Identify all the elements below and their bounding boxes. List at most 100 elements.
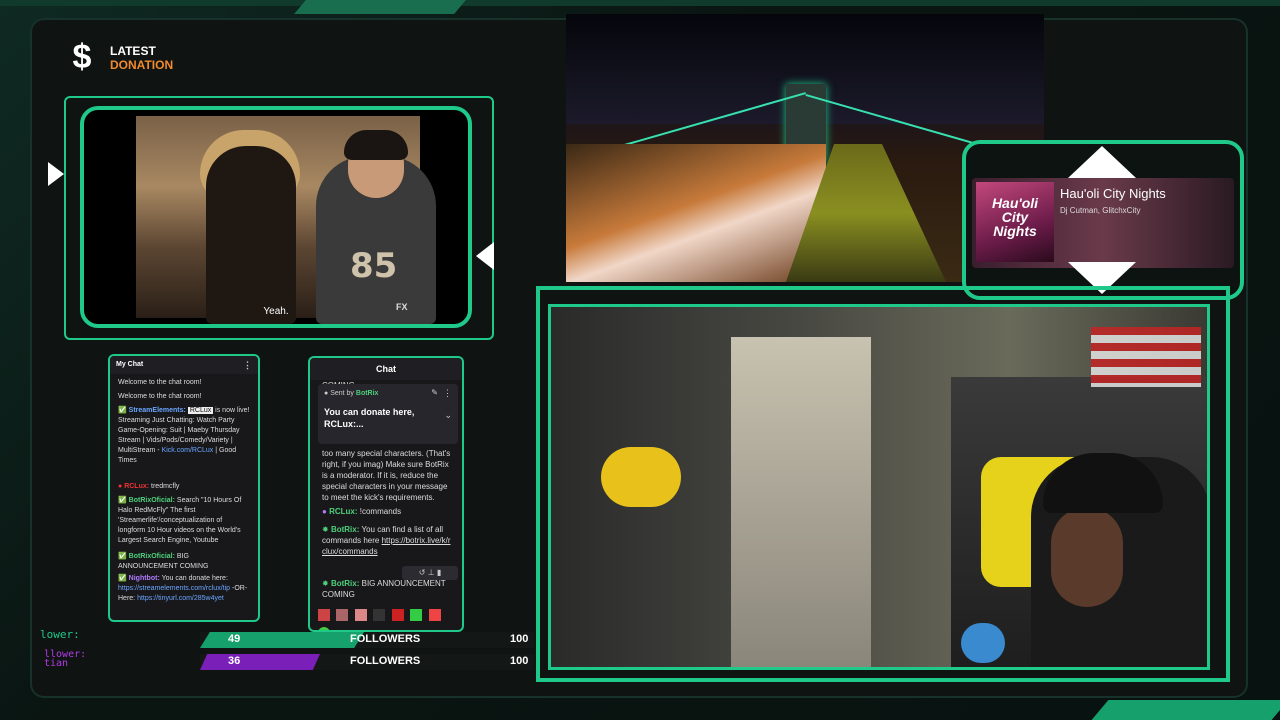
chat-message: ✅ BotRixOficial: Search "10 Hours Of Hal…	[118, 496, 250, 546]
plush-toy	[961, 623, 1005, 663]
decor-stripe	[0, 0, 1280, 6]
chat-message: ✅ StreamElements: RCLux is now live! Str…	[118, 406, 250, 466]
chat-header: Chat	[310, 358, 462, 380]
emote-bar	[318, 608, 458, 630]
chat-link[interactable]: https://streamelements.com/rclux/tip	[118, 585, 230, 592]
chat-message: ✅ BotRixOficial: BIG ANNOUNCEMENT COMING	[118, 552, 250, 572]
chat-username: BotRixOficial:	[128, 553, 175, 560]
video-frame-image: 85	[136, 116, 436, 324]
lower-label-line: tian	[44, 658, 69, 669]
chat-link[interactable]: https://tinyurl.com/285w4yet	[137, 595, 224, 602]
person-left	[206, 146, 296, 324]
chat-username: BotRix:	[330, 579, 360, 588]
chat-username: BotRix:	[330, 525, 360, 534]
emote-icon[interactable]	[410, 609, 423, 621]
batman-logo	[601, 447, 681, 507]
more-options-icon[interactable]: ⋮	[243, 356, 252, 374]
chat-message: ● RCLux: tredmcfly	[118, 482, 250, 492]
donation-label: DONATION	[110, 58, 174, 72]
badge-icon: ✅	[118, 407, 127, 414]
emote-icon[interactable]	[354, 609, 367, 621]
chat-text: You can donate here:	[159, 575, 228, 582]
badge-icon: ✅	[118, 497, 127, 504]
network-logo: FX	[396, 302, 408, 312]
mention-tag: RCLux	[187, 407, 214, 414]
follower-label: FOLLOWERS	[350, 633, 421, 645]
chat-text: tredmcfly	[149, 483, 180, 490]
bridge-road	[566, 144, 826, 282]
latest-donation: $ LATEST DONATION	[56, 36, 372, 80]
triangle-right-icon	[476, 242, 494, 270]
streamer-face	[1051, 507, 1123, 607]
emote-icon[interactable]	[391, 609, 404, 621]
video-subtitle: Yeah.	[263, 306, 289, 317]
arrow-up-icon	[1068, 146, 1136, 178]
message-actions: ↺ ⊥ ▮	[402, 566, 458, 580]
my-chat-panel: My Chat ⋮ Welcome to the chat room! Welc…	[108, 354, 260, 622]
chat-message: ● RCLux: !commands	[322, 506, 452, 517]
decor-stripe	[294, 0, 466, 14]
lower-label: lower:	[40, 628, 80, 641]
more-options-icon[interactable]: ⋮	[443, 388, 452, 399]
now-playing-card: Hau'oli City Nights Hau'oli City Nights …	[972, 178, 1234, 268]
follower-label: FOLLOWERS	[350, 655, 421, 667]
pinned-header: ● Sent by BotRix	[324, 390, 378, 397]
follower-goal-fill	[200, 632, 364, 648]
badge-icon: ✅	[118, 553, 127, 560]
record-icon: ●	[118, 483, 123, 490]
album-art: Hau'oli City Nights	[976, 182, 1054, 262]
chat-username: Nightbot:	[128, 575, 160, 582]
follower-goal-fill	[200, 654, 320, 670]
chat-username: StreamElements:	[128, 407, 186, 414]
pinned-user: BotRix	[355, 390, 379, 397]
song-title: Hau'oli City Nights	[1060, 186, 1166, 201]
person-hair	[344, 130, 408, 160]
follower-current: 36	[228, 655, 241, 667]
my-chat-header: My Chat ⋮	[110, 356, 258, 374]
chat-text: !commands	[357, 507, 402, 516]
follower-goal: 100	[510, 655, 529, 667]
chat-message: Welcome to the chat room!	[118, 393, 202, 400]
chat-username: BotRixOficial:	[128, 497, 175, 504]
follower-current: 49	[228, 633, 241, 645]
chat-message: ✸ BotRix: You can find a list of all com…	[322, 524, 452, 557]
emote-icon[interactable]	[336, 609, 349, 621]
lower-label-2: llower: tian	[44, 650, 86, 669]
pin-icon[interactable]: ✎	[431, 388, 438, 397]
chat-text: Search "10 Hours Of Halo RedMcFly" The f…	[118, 497, 242, 544]
follower-goal: 100	[510, 633, 529, 645]
follower-goal-bar: 36 FOLLOWERS 100	[200, 654, 534, 670]
album-art-title: Hau'oli City Nights	[991, 195, 1039, 239]
badge-icon: ✸	[322, 579, 329, 588]
chat-message: Welcome to the chat room!	[118, 379, 202, 386]
emote-icon[interactable]	[428, 609, 441, 621]
chat-message: ✅ Nightbot: You can donate here: https:/…	[118, 574, 250, 604]
video-player[interactable]: 85 Yeah. FX	[80, 106, 472, 328]
emote-icon[interactable]	[373, 609, 386, 621]
chat-username: RCLux:	[124, 483, 150, 490]
chat-panel: Chat COMING ● Sent by BotRix ✎ ⋮ You can…	[308, 356, 464, 632]
follower-goal-bar: 49 FOLLOWERS 100	[200, 632, 534, 648]
cam-flag	[1091, 327, 1201, 387]
dollar-icon: $	[72, 38, 92, 76]
chat-link[interactable]: Kick.com/RCLux	[162, 447, 214, 454]
chevron-down-icon[interactable]: ⌄	[444, 410, 452, 421]
pinned-sent-by: Sent by	[330, 390, 354, 397]
trash-icon[interactable]: ▮	[437, 568, 441, 577]
badge-icon: ✅	[118, 575, 127, 582]
pinned-text: You can donate here, RCLux:...	[324, 407, 415, 429]
emote-icon[interactable]	[318, 609, 330, 621]
chat-message: too many special characters. (That's rig…	[322, 449, 451, 502]
chat-username: RCLux:	[329, 507, 358, 516]
song-artist: Dj Cutman, GlitchxCity	[1060, 206, 1141, 215]
jersey-number: 85	[350, 246, 398, 286]
triangle-left-icon	[48, 162, 64, 186]
cam-door	[731, 337, 871, 667]
webcam-feed	[548, 304, 1210, 670]
pin-icon[interactable]: ⊥	[428, 568, 435, 577]
reply-icon[interactable]: ↺	[419, 568, 426, 577]
mic-icon: ●	[324, 390, 329, 397]
pinned-message[interactable]: ● Sent by BotRix ✎ ⋮ You can donate here…	[318, 384, 458, 444]
latest-label: LATEST	[110, 44, 156, 58]
mic-icon: ●	[322, 507, 327, 516]
